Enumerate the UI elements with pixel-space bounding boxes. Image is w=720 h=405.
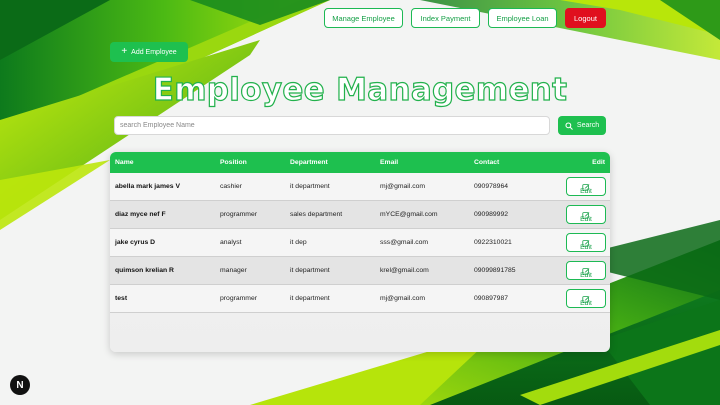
cell-email: krel@gmail.com	[380, 267, 429, 274]
cell-email: mj@gmail.com	[380, 295, 426, 302]
edit-button[interactable]: Edit	[566, 177, 606, 196]
table-row: quimson krelian R manager it department …	[110, 257, 610, 285]
cell-department: sales department	[290, 211, 343, 218]
employee-loan-button[interactable]: Employee Loan	[488, 8, 557, 28]
header-email: Email	[380, 159, 399, 166]
header-edit: Edit	[592, 159, 605, 166]
edit-button[interactable]: Edit	[566, 289, 606, 308]
cell-department: it dep	[290, 239, 307, 246]
table-row: test programmer it department mj@gmail.c…	[110, 285, 610, 313]
cell-department: it department	[290, 295, 330, 302]
cell-position: programmer	[220, 211, 258, 218]
page-title: Employee Management	[152, 71, 568, 108]
cell-email: sss@gmail.com	[380, 239, 429, 246]
cell-position: cashier	[220, 183, 242, 190]
cell-position: analyst	[220, 239, 242, 246]
logout-button[interactable]: Logout	[565, 8, 606, 28]
header-name: Name	[115, 159, 134, 166]
header-contact: Contact	[474, 159, 500, 166]
edit-label: Edit	[580, 216, 592, 223]
edit-button[interactable]: Edit	[566, 233, 606, 252]
edit-label: Edit	[580, 300, 592, 307]
table-row: jake cyrus D analyst it dep sss@gmail.co…	[110, 229, 610, 257]
index-payment-button[interactable]: Index Payment	[411, 8, 480, 28]
table-header: Name Position Department Email Contact E…	[110, 152, 610, 173]
cell-name: jake cyrus D	[115, 239, 156, 246]
table-row: abella mark james V cashier it departmen…	[110, 173, 610, 201]
cell-name: quimson krelian R	[115, 267, 174, 274]
add-employee-label: Add Employee	[131, 48, 177, 56]
employee-table: Name Position Department Email Contact E…	[110, 152, 610, 352]
cell-department: it department	[290, 183, 330, 190]
manage-employee-button[interactable]: Manage Employee	[324, 8, 403, 28]
cell-position: programmer	[220, 295, 258, 302]
edit-button[interactable]: Edit	[566, 261, 606, 280]
cell-email: mj@gmail.com	[380, 183, 426, 190]
edit-label: Edit	[580, 244, 592, 251]
search-button-label: Search	[576, 122, 600, 129]
edit-button[interactable]: Edit	[566, 205, 606, 224]
search-input[interactable]	[114, 116, 550, 135]
cell-department: it department	[290, 267, 330, 274]
plus-icon: +	[121, 46, 128, 57]
search-icon	[565, 121, 573, 130]
edit-label: Edit	[580, 272, 592, 279]
cell-email: mYCE@gmail.com	[380, 211, 438, 218]
cell-position: manager	[220, 267, 247, 274]
cell-name: diaz myce nef F	[115, 211, 166, 218]
header-department: Department	[290, 159, 328, 166]
dev-badge[interactable]: N	[10, 375, 30, 395]
cell-contact: 090978964	[474, 183, 509, 190]
cell-name: test	[115, 295, 128, 302]
header-position: Position	[220, 159, 247, 166]
add-employee-button[interactable]: + Add Employee	[110, 42, 188, 62]
cell-name: abella mark james V	[115, 183, 180, 190]
cell-contact: 0922310021	[474, 239, 512, 246]
edit-label: Edit	[580, 188, 592, 195]
table-row: diaz myce nef F programmer sales departm…	[110, 201, 610, 229]
cell-contact: 090989992	[474, 211, 509, 218]
search-button[interactable]: Search	[558, 116, 606, 135]
cell-contact: 090897987	[474, 295, 509, 302]
cell-contact: 09099891785	[474, 267, 516, 274]
